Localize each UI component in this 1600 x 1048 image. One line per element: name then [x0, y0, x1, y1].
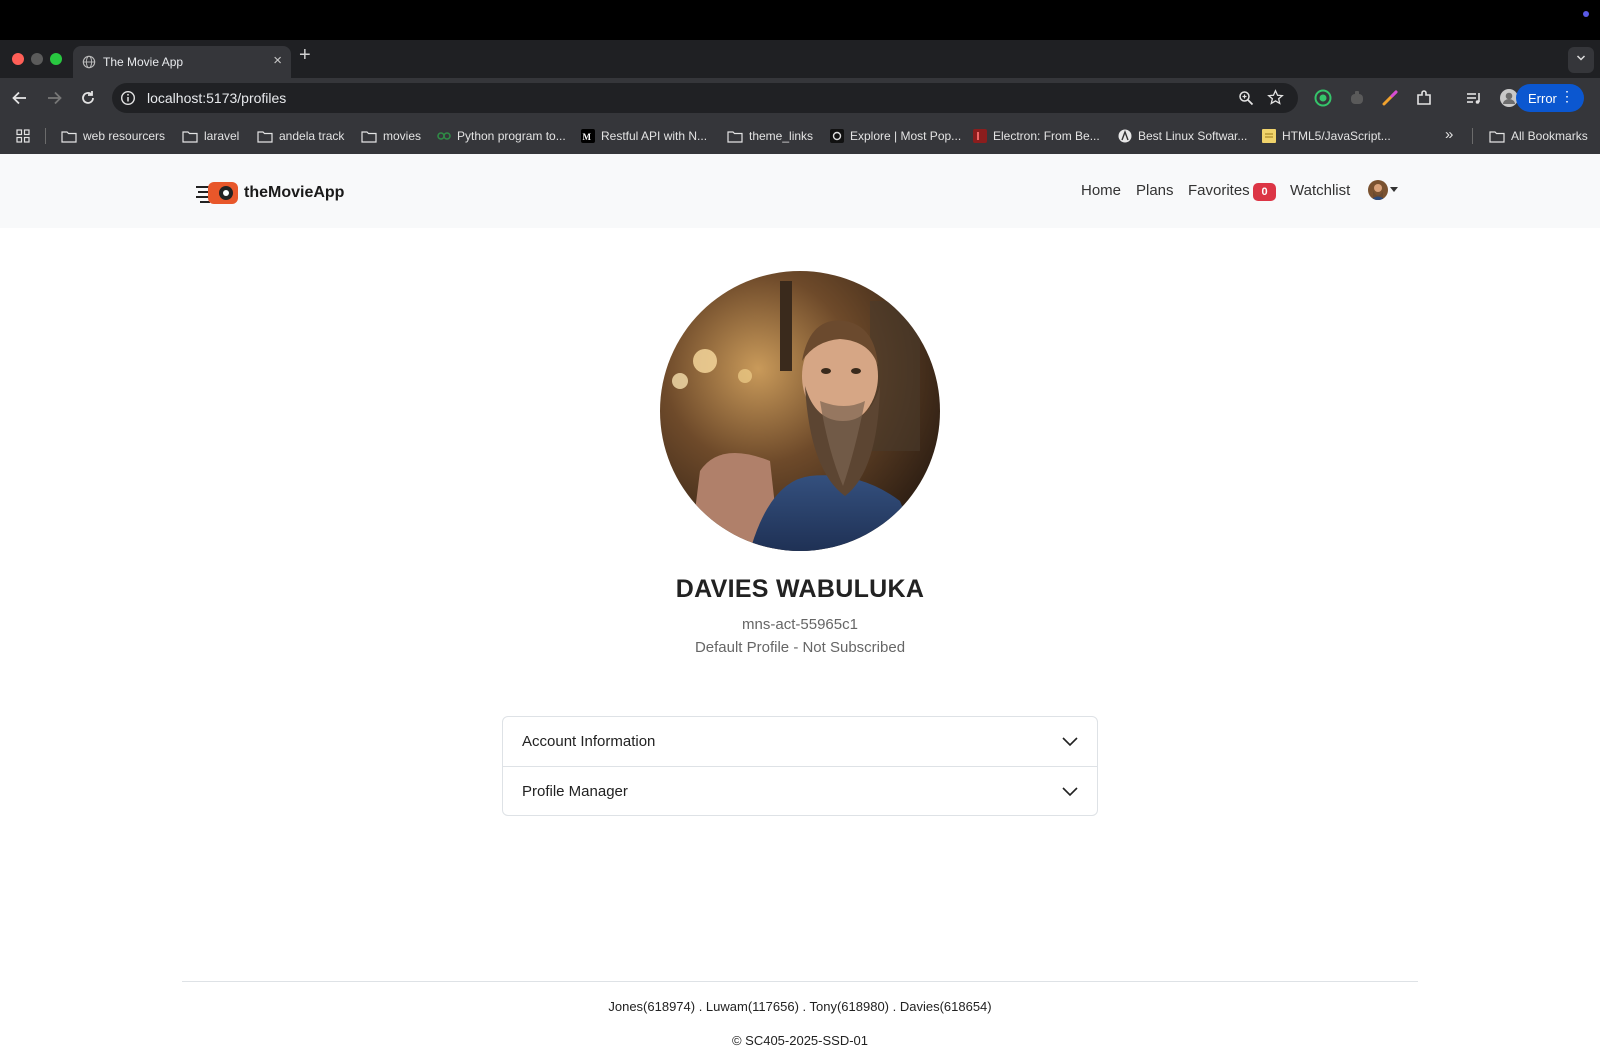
bookmark-restful-api[interactable]: M Restful API with N...: [581, 128, 707, 144]
nav-favorites-link[interactable]: Favorites: [1188, 182, 1250, 199]
bookmark-label: web resourcers: [83, 129, 166, 143]
bookmark-label: andela track: [279, 129, 345, 143]
user-menu-avatar[interactable]: [1368, 180, 1388, 200]
folder-icon: [361, 130, 377, 143]
bookmark-python-program[interactable]: Python program to...: [437, 128, 566, 144]
back-arrow-icon[interactable]: [10, 88, 30, 108]
profile-name: DAVIES WABULUKA: [675, 575, 925, 603]
subscription-status: Default Profile - Not Subscribed: [694, 639, 906, 656]
account-information-toggle[interactable]: Account Information: [503, 717, 1097, 766]
bookmark-laravel[interactable]: laravel: [182, 128, 239, 144]
bookmark-theme-links[interactable]: theme_links: [727, 128, 813, 144]
bookmark-html5-javascript[interactable]: HTML5/JavaScript...: [1262, 128, 1391, 144]
media-controls-icon[interactable]: [1464, 88, 1484, 108]
zoom-icon[interactable]: [1238, 90, 1254, 106]
browser-toolbar: localhost:5173/profiles Error ⋮: [0, 78, 1600, 186]
close-window-button[interactable]: [12, 53, 24, 65]
browser-tab[interactable]: The Movie App ×: [73, 46, 291, 78]
extensions-puzzle-icon[interactable]: [1414, 88, 1434, 108]
bookmark-andela-track[interactable]: andela track: [257, 128, 344, 144]
brand-name: theMovieApp: [244, 184, 345, 201]
favorites-count-badge: 0: [1253, 183, 1276, 201]
chevron-down-icon: [1576, 55, 1586, 61]
avatar-image: [1368, 180, 1388, 200]
more-bookmarks-icon[interactable]: »: [1445, 126, 1453, 143]
site-info-icon[interactable]: [120, 90, 136, 106]
footer-copyright: © SC405-2025-SSD-01: [731, 1033, 869, 1048]
maximize-window-button[interactable]: [50, 53, 62, 65]
reload-icon[interactable]: [78, 88, 98, 108]
bookmark-web-resourcers[interactable]: web resourcers: [61, 128, 165, 144]
bookmark-star-icon[interactable]: [1267, 89, 1284, 106]
bookmark-label: Explore | Most Pop...: [850, 129, 962, 143]
folder-icon: [182, 130, 198, 143]
movie-camera-logo-icon: [196, 182, 238, 204]
new-tab-button[interactable]: +: [299, 45, 311, 65]
nav-watchlist-link[interactable]: Watchlist: [1290, 182, 1350, 199]
account-id: mns-act-55965c1: [742, 616, 858, 633]
site-icon: [973, 129, 987, 143]
bookmark-explore[interactable]: Explore | Most Pop...: [830, 128, 961, 144]
chevron-down-icon: [1062, 737, 1078, 747]
folder-icon: [1489, 130, 1505, 143]
kebab-menu-icon: ⋮: [1560, 88, 1574, 104]
globe-icon: [82, 55, 96, 69]
bookmarks-bar: web resourcers laravel andela track movi…: [0, 118, 1600, 154]
folder-icon: [257, 130, 273, 143]
nav-home-link[interactable]: Home: [1081, 182, 1121, 199]
bookmark-label: HTML5/JavaScript...: [1282, 129, 1391, 143]
extension-gray-icon[interactable]: [1347, 88, 1367, 108]
all-bookmarks-button[interactable]: All Bookmarks: [1489, 128, 1588, 144]
tab-search-button[interactable]: [1568, 47, 1594, 73]
svg-text:M: M: [583, 132, 592, 142]
bookmark-movies[interactable]: movies: [361, 128, 421, 144]
bookmarks-divider: [45, 128, 46, 144]
tab-title: The Movie App: [103, 55, 184, 69]
chevron-down-icon: [1062, 787, 1078, 797]
site-icon: [1118, 129, 1132, 143]
minimize-window-button[interactable]: [31, 53, 43, 65]
close-tab-icon[interactable]: ×: [273, 52, 282, 69]
nav-plans-link[interactable]: Plans: [1136, 182, 1174, 199]
extension-green-icon[interactable]: [1313, 88, 1333, 108]
user-menu-caret-icon[interactable]: [1390, 187, 1398, 192]
app-navbar: theMovieApp Home Plans Favorites 0 Watch…: [0, 154, 1600, 228]
bookmark-label: theme_links: [749, 129, 814, 143]
brand-logo[interactable]: theMovieApp: [196, 179, 344, 207]
url-text: localhost:5173/profiles: [147, 90, 287, 106]
error-label: Error: [1528, 91, 1557, 106]
site-icon: [830, 129, 844, 143]
bookmark-label: Best Linux Softwar...: [1138, 129, 1248, 143]
gfg-icon: [437, 132, 451, 140]
all-bookmarks-label: All Bookmarks: [1511, 129, 1588, 143]
profile-accordion: Account Information Profile Manager: [502, 716, 1098, 816]
color-picker-icon[interactable]: [1380, 88, 1400, 108]
profile-manager-toggle[interactable]: Profile Manager: [503, 766, 1097, 815]
folder-icon: [727, 130, 743, 143]
bookmark-label: Restful API with N...: [601, 129, 708, 143]
browser-error-button[interactable]: Error ⋮: [1516, 84, 1584, 112]
bookmark-label: movies: [383, 129, 422, 143]
system-menu-bar: [0, 0, 1600, 40]
browser-tab-strip: The Movie App ×: [0, 40, 1600, 78]
footer-divider: [182, 981, 1418, 982]
bookmark-label: Electron: From Be...: [993, 129, 1100, 143]
address-bar[interactable]: localhost:5173/profiles: [112, 83, 1298, 113]
bookmarks-divider: [1472, 128, 1473, 144]
forward-arrow-icon[interactable]: [44, 88, 64, 108]
folder-icon: [61, 130, 77, 143]
medium-icon: M: [581, 129, 595, 143]
accordion-label: Account Information: [522, 733, 656, 750]
accordion-label: Profile Manager: [522, 783, 628, 800]
bookmark-best-linux[interactable]: Best Linux Softwar...: [1118, 128, 1247, 144]
footer-credits: Jones(618974) . Luwam(117656) . Tony(618…: [608, 999, 992, 1014]
status-dot-icon: [1583, 11, 1589, 17]
profile-photo: [660, 271, 940, 551]
bookmark-label: Python program to...: [457, 129, 566, 143]
profile-photo-image: [660, 271, 940, 551]
site-icon: [1262, 129, 1276, 143]
apps-grid-icon[interactable]: [16, 129, 30, 143]
bookmark-label: laravel: [204, 129, 240, 143]
bookmark-electron[interactable]: Electron: From Be...: [973, 128, 1100, 144]
